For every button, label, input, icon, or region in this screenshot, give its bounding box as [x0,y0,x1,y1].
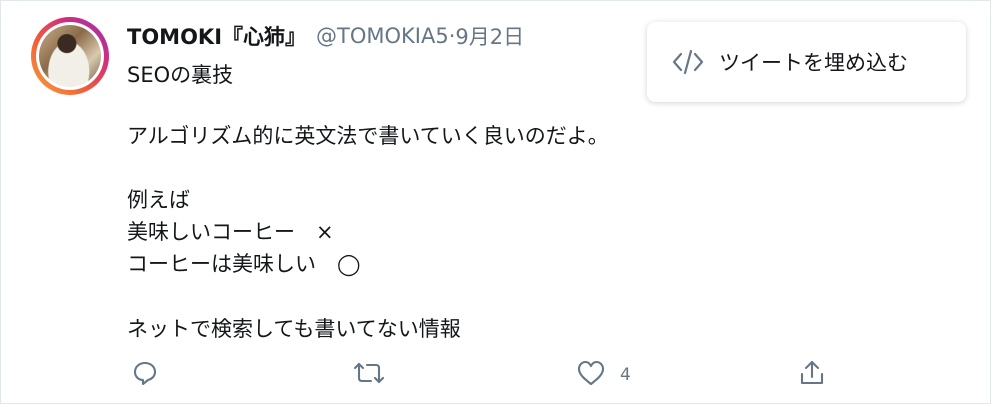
tweet-subtitle: SEOの裏技 [127,63,234,87]
reply-button[interactable] [131,359,159,391]
heart-icon [576,359,606,391]
tweet-line: アルゴリズム的に英文法で書いていく良いのだよ。 [127,124,609,148]
like-button[interactable]: 4 [576,359,631,391]
tweet-line: コーヒーは美味しい ◯ [127,252,361,276]
embed-tweet-menu[interactable]: ツイートを埋め込む [647,22,966,102]
author-handle[interactable]: @TOMOKIA5 [316,24,449,48]
author-name[interactable]: TOMOKI『心犻』 [127,21,306,51]
retweet-button[interactable] [353,359,385,391]
header-separator: · [448,24,456,48]
embed-tweet-label: ツイートを埋め込む [719,51,908,75]
retweet-icon [353,359,385,391]
like-count: 4 [620,365,631,385]
share-icon [798,359,826,391]
reply-icon [131,359,159,391]
share-button[interactable] [798,359,826,391]
avatar-frame [36,22,104,90]
tweet-line: 美味しいコーヒー × [127,220,334,244]
tweet-line: 例えば [127,188,190,212]
tweet-line: ネットで検索しても書いてない情報 [127,317,461,341]
tweet-card: TOMOKI『心犻』 @TOMOKIA5 · 9月2日 SEOの裏技 ツイートを… [0,0,991,404]
tweet-header: TOMOKI『心犻』 @TOMOKIA5 · 9月2日 [127,21,524,51]
code-icon [671,46,707,78]
avatar[interactable] [31,17,109,95]
avatar-image [39,25,101,87]
tweet-date[interactable]: 9月2日 [455,21,524,51]
